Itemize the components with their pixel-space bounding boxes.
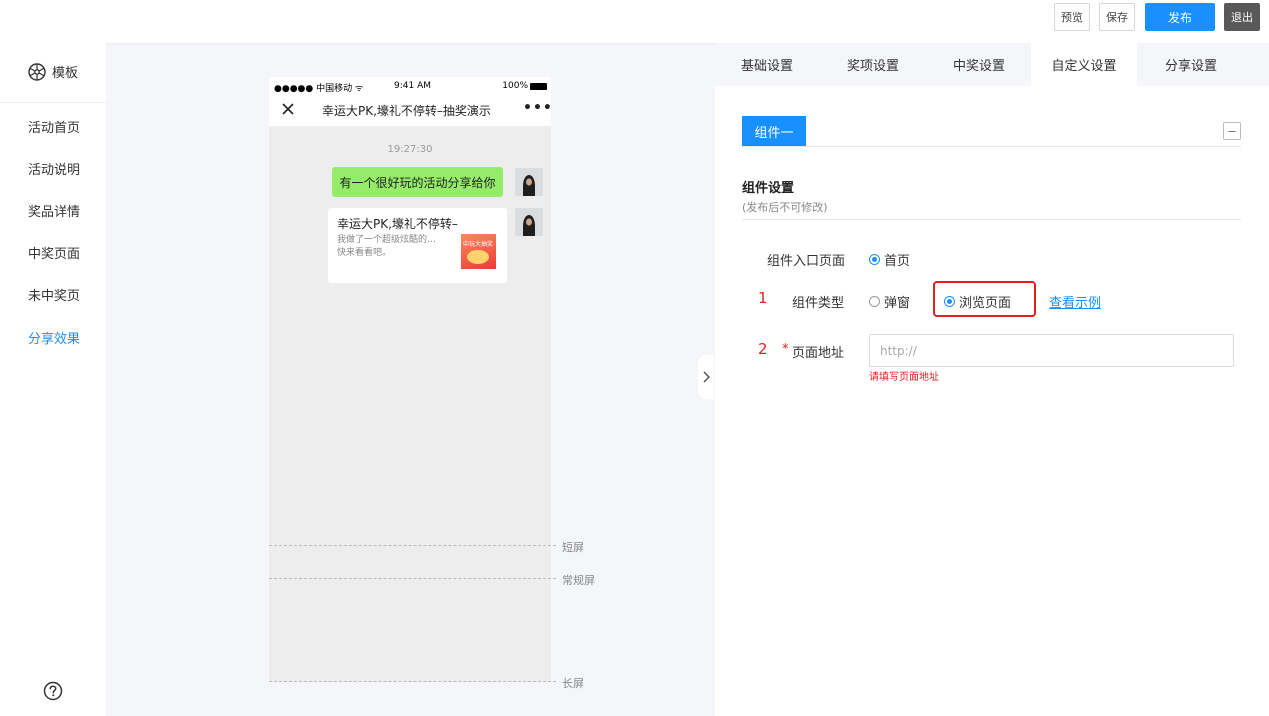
share-card-description: 我做了一个超级炫酷的… 快来看看吧。 xyxy=(337,234,457,260)
share-card-desc-line-2: 快来看看吧。 xyxy=(337,248,392,258)
phone-status-bar: ●●●●● 中国移动 ᯤ 9:41 AM 100% xyxy=(269,77,551,95)
component-type-label: 组件类型 xyxy=(792,296,845,311)
short-screen-label: 短屏 xyxy=(562,541,584,554)
tab-custom-settings[interactable]: 自定义设置 xyxy=(1031,43,1137,86)
battery-icon xyxy=(530,82,547,90)
entry-page-label: 组件入口页面 xyxy=(767,254,846,269)
battery-percent: 100% xyxy=(502,81,528,91)
chevron-right-icon xyxy=(703,371,710,383)
phone-preview: ●●●●● 中国移动 ᯤ 9:41 AM 100% 幸运大PK,壕礼不停转–抽奖… xyxy=(269,77,553,682)
section-divider xyxy=(742,219,1241,220)
settings-tabs: 基础设置 奖项设置 中奖设置 自定义设置 分享设置 xyxy=(715,43,1269,86)
radio-checked-icon xyxy=(944,296,955,307)
entry-page-radio-home[interactable]: 首页 xyxy=(869,250,910,269)
close-icon[interactable] xyxy=(281,102,295,116)
annotation-number-2: 2 xyxy=(758,340,768,358)
sidebar-item-lose-page[interactable]: 未中奖页 xyxy=(28,285,80,304)
publish-button[interactable]: 发布 xyxy=(1145,3,1215,31)
status-time: 9:41 AM xyxy=(394,81,431,91)
save-button[interactable]: 保存 xyxy=(1099,3,1135,31)
tab-win-settings[interactable]: 中奖设置 xyxy=(927,43,1031,86)
short-screen-guide xyxy=(269,545,556,546)
normal-screen-label: 常规屏 xyxy=(562,574,595,587)
annotation-number-1: 1 xyxy=(758,289,768,307)
tab-share-settings[interactable]: 分享设置 xyxy=(1139,43,1243,86)
share-card-desc-line-1: 我做了一个超级炫酷的… xyxy=(337,235,437,245)
page-url-label: 页面地址 xyxy=(792,346,845,361)
thumbnail-text: 中玩大抽奖 xyxy=(463,241,494,248)
sidebar-item-prize-details[interactable]: 奖品详情 xyxy=(28,201,80,220)
long-screen-guide xyxy=(269,681,556,682)
required-marker: * xyxy=(782,342,789,357)
radio-unchecked-icon xyxy=(869,296,880,307)
entry-page-option-label: 首页 xyxy=(884,254,911,269)
section-subtitle: (发布后不可修改) xyxy=(742,201,828,214)
template-label: 模板 xyxy=(52,66,79,81)
share-card-title: 幸运大PK,壕礼不停转– xyxy=(337,217,458,231)
phone-nav-bar: 幸运大PK,壕礼不停转–抽奖演示 ••• xyxy=(269,95,553,126)
section-title: 组件设置 xyxy=(742,181,795,196)
radio-checked-icon xyxy=(869,254,880,265)
sidebar-item-share-effect[interactable]: 分享效果 xyxy=(28,328,80,347)
phone-nav-title: 幸运大PK,壕礼不停转–抽奖演示 xyxy=(322,104,491,118)
status-battery: 100% xyxy=(502,81,547,91)
component-tab-1[interactable]: 组件一 xyxy=(742,116,806,146)
preview-button[interactable]: 预览 xyxy=(1054,3,1090,31)
sidebar-item-win-page[interactable]: 中奖页面 xyxy=(28,243,80,262)
component-tab-divider xyxy=(742,146,1241,147)
browse-option-label: 浏览页面 xyxy=(959,296,1012,311)
exit-button[interactable]: 退出 xyxy=(1224,3,1260,31)
tab-prize-settings[interactable]: 奖项设置 xyxy=(821,43,925,86)
view-example-link[interactable]: 查看示例 xyxy=(1049,292,1101,311)
sidebar-item-activity-description[interactable]: 活动说明 xyxy=(28,159,80,178)
more-icon[interactable]: ••• xyxy=(523,100,553,116)
avatar xyxy=(515,168,543,196)
lottery-wheel-icon xyxy=(467,250,489,264)
popup-option-label: 弹窗 xyxy=(884,296,911,311)
component-type-radio-browse[interactable]: 浏览页面 xyxy=(944,292,1011,311)
sidebar-item-activity-home[interactable]: 活动首页 xyxy=(28,117,80,136)
collapse-component-button[interactable]: − xyxy=(1223,122,1241,140)
template-menu[interactable]: 模板 xyxy=(28,62,78,81)
top-toolbar: 预览 保存 发布 退出 xyxy=(0,0,1269,43)
page-url-input[interactable] xyxy=(869,334,1234,367)
chat-message-bubble: 有一个很好玩的活动分享给你 xyxy=(332,167,503,197)
avatar xyxy=(515,208,543,236)
status-carrier: ●●●●● 中国移动 ᯤ xyxy=(274,84,364,94)
long-screen-label: 长屏 xyxy=(562,677,584,690)
user-avatar-icon xyxy=(515,168,543,196)
sidebar: 模板 活动首页 活动说明 奖品详情 中奖页面 未中奖页 分享效果 xyxy=(0,43,106,716)
tab-basic-settings[interactable]: 基础设置 xyxy=(715,43,819,86)
share-card-thumbnail: 中玩大抽奖 xyxy=(461,234,496,269)
normal-screen-guide xyxy=(269,578,556,579)
panel-toggle-handle[interactable] xyxy=(698,355,714,399)
share-card: 幸运大PK,壕礼不停转– 我做了一个超级炫酷的… 快来看看吧。 中玩大抽奖 xyxy=(328,208,507,283)
component-type-radio-popup[interactable]: 弹窗 xyxy=(869,292,910,311)
help-icon[interactable] xyxy=(43,681,63,701)
settings-panel: 基础设置 奖项设置 中奖设置 自定义设置 分享设置 组件一 − 组件设置 (发布… xyxy=(715,43,1269,716)
template-wheel-icon xyxy=(28,62,46,81)
page-url-error: 请填写页面地址 xyxy=(869,372,939,383)
user-avatar-icon xyxy=(515,208,543,236)
chat-timestamp: 19:27:30 xyxy=(387,144,433,155)
sidebar-divider xyxy=(0,102,106,103)
